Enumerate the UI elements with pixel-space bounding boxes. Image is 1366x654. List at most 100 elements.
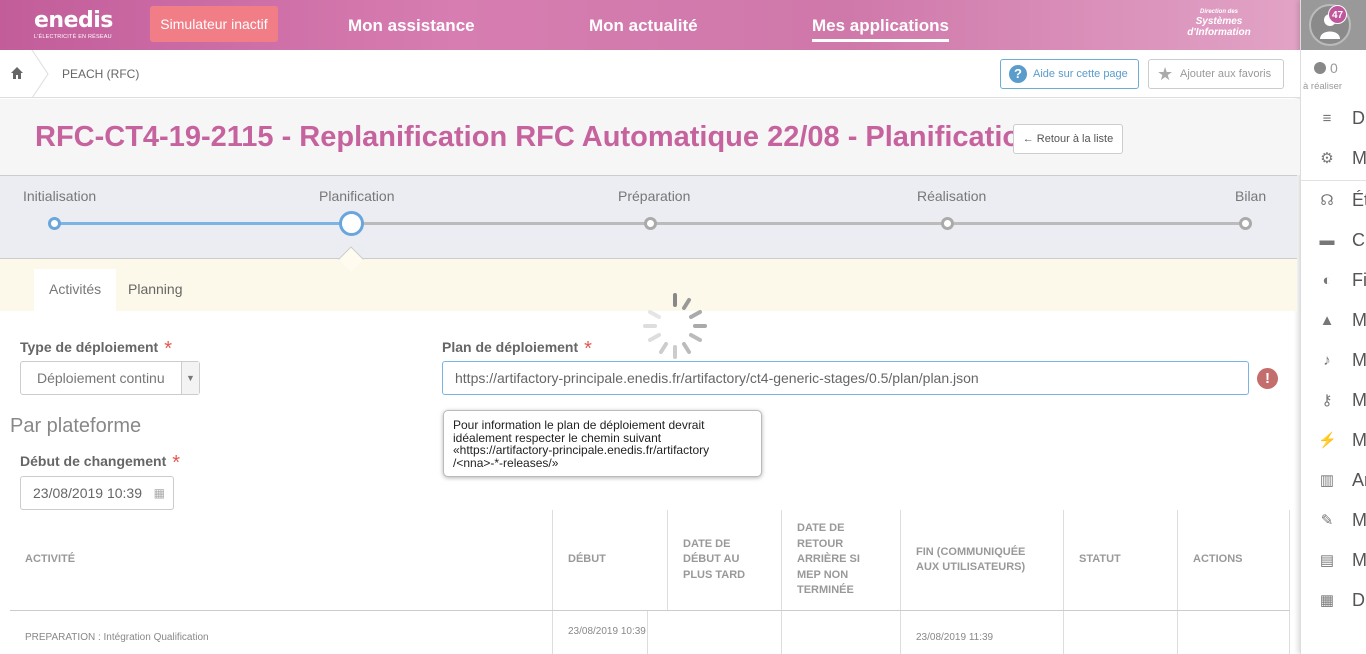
title-bar: RFC-CT4-19-2115 - Replanification RFC Au… [0,99,1300,175]
step-marker-4[interactable] [1238,217,1252,230]
sidebar-item-label: M [1352,310,1366,330]
tooltip-line: Pour information le plan de déploiement … [453,418,705,432]
start-date-input[interactable]: 23/08/2019 10:39 ▦ [20,476,174,510]
step-label-3[interactable]: Réalisation [917,188,986,204]
calendar-icon[interactable]: ▦ [154,477,165,509]
table-header-line: FIN (COMMUNIQUÉE [916,545,1026,558]
table-header-line: RETOUR [797,537,844,550]
chevron-down-icon[interactable]: ▼ [181,362,199,394]
loading-spinner-icon [643,293,707,359]
sidebar-item-11[interactable]: ▤ M [1301,540,1366,580]
table-header-4[interactable]: FIN (COMMUNIQUÉE AUX UTILISATEURS) [901,510,1064,610]
table-header-1[interactable]: DÉBUT [553,510,668,610]
table-header-3[interactable]: DATE DE RETOUR ARRIÈRE SI MEP NON TERMINÉE [782,510,901,610]
table-header-text: STATUT [1079,552,1121,568]
sidebar-item-label: M [1352,148,1366,168]
todo-counter[interactable]: 0 à réaliser [1301,50,1366,98]
enedis-logo[interactable]: enedis L'ÉLECTRICITÉ EN RÉSEAU [34,10,126,42]
top-bar: enedis L'ÉLECTRICITÉ EN RÉSEAU Simulateu… [0,0,1300,50]
step-marker-1[interactable] [338,211,364,236]
table-header-line: MEP NON [797,568,849,581]
step-label-0[interactable]: Initialisation [23,188,96,204]
table-cell [1064,611,1178,654]
table-header-line: DÉBUT [568,553,606,566]
table-header-6[interactable]: ACTIONS [1178,510,1290,610]
sidebar-item-label: C [1352,230,1365,250]
tab-1[interactable]: Planning [113,269,198,312]
table-header-5[interactable]: STATUT [1064,510,1178,610]
required-mark: * [172,452,181,474]
question-icon: ? [1009,65,1027,83]
notification-badge[interactable]: 47 [1328,5,1347,24]
dsi-line-2: Systèmes [1195,16,1243,27]
sidebar-item-label: Fi [1352,270,1366,290]
table-header-line: ACTIVITÉ [25,553,76,566]
nav-item-2[interactable]: Mes applications [812,15,949,42]
plan-tooltip: Pour information le plan de déploiement … [443,410,762,477]
table-header-2[interactable]: DATE DE DÉBUT AU PLUS TARD [668,510,782,610]
table-header-text: FIN (COMMUNIQUÉE AUX UTILISATEURS) [916,545,1025,576]
sidebar-item-2[interactable]: ☊ Ét [1301,180,1366,220]
sidebar-item-7[interactable]: ⚷ M [1301,380,1366,420]
database-icon: ≡ [1322,110,1332,127]
sidebar-item-9[interactable]: ▥ Ar [1301,460,1366,500]
sidebar-item-8[interactable]: ⚡ M [1301,420,1366,460]
step-label-1[interactable]: Planification [319,188,395,204]
page-title: RFC-CT4-19-2115 - Replanification RFC Au… [35,121,1038,153]
sidebar-item-10[interactable]: ✎ M [1301,500,1366,540]
key-icon: ⚷ [1321,392,1333,409]
sidebar-item-1[interactable]: ⚙ M [1301,138,1366,178]
table-header-text: DÉBUT [568,552,606,568]
step-marker-0[interactable] [47,217,61,230]
table-header-0[interactable]: ACTIVITÉ [10,510,553,610]
sidebar-item-12[interactable]: ▦ D [1301,580,1366,620]
activities-table: ACTIVITÉ DÉBUT DATE DE DÉBUT AU PLUS TARD DAT… [10,510,1290,654]
clock-icon [1314,62,1326,74]
sidebar-item-5[interactable]: ▲ M [1301,300,1366,340]
comment-icon: ▬ [1319,232,1335,249]
table-header-line: AUX UTILISATEURS) [916,561,1026,573]
sidebar-item-label: D [1352,590,1365,610]
table-cell: PREPARATION : Intégration Qualification [10,611,553,654]
step-marker-3[interactable] [940,217,954,230]
dsi-logo: Direction des Systèmes d'Information [1176,8,1262,38]
breadcrumb-current[interactable]: PEACH (RFC) [62,67,139,81]
table-cell: 23/08/2019 10:39 [553,611,648,654]
help-label: Aide sur cette page [1033,68,1128,80]
favorite-button[interactable]: ★ Ajouter aux favoris [1148,59,1284,89]
palette-icon: ◐ [1322,272,1332,289]
error-icon[interactable]: ! [1257,368,1278,389]
start-date-label: Début de changement * [20,452,181,474]
sidebar-item-0[interactable]: ≡ D [1301,98,1366,138]
step-marker-2[interactable] [643,217,657,230]
step-label-4[interactable]: Bilan [1235,188,1266,204]
bolt-icon: ⚡ [1318,432,1337,449]
table-cell [782,611,901,654]
nav-item-1[interactable]: Mon actualité [589,15,698,37]
step-connector [351,222,650,225]
back-to-list-button[interactable]: ← Retour à la liste [1013,124,1123,154]
sidebar-item-4[interactable]: ◐ Fi [1301,260,1366,300]
warning-icon: ▲ [1319,312,1335,329]
todo-count: 0 [1330,60,1338,76]
user-menu[interactable]: 47 [1301,0,1366,50]
help-button[interactable]: ? Aide sur cette page [1000,59,1139,89]
home-icon[interactable] [10,66,24,80]
edit-icon: ✎ [1320,512,1334,529]
plan-label: Plan de déploiement * [442,338,592,360]
tooltip-line: «https://artifactory-principale.enedis.f… [453,443,710,457]
plan-input[interactable]: https://artifactory-principale.enedis.fr… [442,361,1249,395]
step-connector [54,222,351,225]
tab-0[interactable]: Activités [34,269,117,312]
sidebar-item-6[interactable]: ♪ M [1301,340,1366,380]
simulator-button[interactable]: Simulateur inactif [150,6,278,42]
table-header-line: PLUS TARD [683,568,746,581]
nav-item-0[interactable]: Mon assistance [348,15,475,37]
sidebar-item-3[interactable]: ▬ C [1301,220,1366,260]
step-label-2[interactable]: Préparation [618,188,690,204]
deploy-type-select[interactable]: Déploiement continu ▼ [20,361,200,395]
book-icon: ▦ [1319,592,1335,609]
table-cell: 23/08/2019 11:39 [901,611,1064,654]
sidebar-item-label: M [1352,550,1366,570]
sidebar-item-label: M [1352,430,1366,450]
